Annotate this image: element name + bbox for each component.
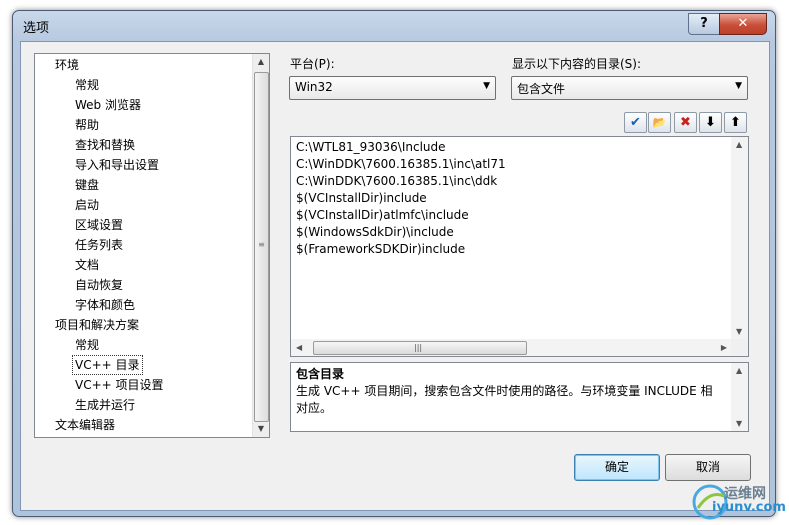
move-up-icon[interactable]: ⬆ — [724, 112, 747, 133]
scroll-corner — [731, 339, 748, 356]
chevron-down-icon: ▼ — [483, 81, 490, 91]
dirs-for-value: 包含文件 — [517, 82, 566, 96]
directory-row[interactable]: $(FrameworkSDKDir)include — [296, 241, 465, 258]
tree-item[interactable]: 任务列表 — [75, 236, 123, 254]
tree-category[interactable]: 环境 — [55, 56, 79, 74]
grip-icon: ||| — [414, 343, 423, 352]
tree-item[interactable]: 查找和替换 — [75, 136, 135, 154]
scroll-thumb[interactable]: ||| — [313, 341, 527, 355]
directory-row[interactable]: C:\WinDDK\7600.16385.1\inc\atl71 — [296, 156, 506, 173]
directory-row[interactable]: $(VCInstallDir)include — [296, 190, 427, 207]
description-body: 生成 VC++ 项目期间，搜索包含文件时使用的路径。与环境变量 INCLUDE … — [296, 384, 713, 415]
options-tree[interactable]: 环境常规 Web 浏览器 帮助查找和替换导入和导出设置 键盘启动区域设置任务列表文档自… — [34, 53, 270, 438]
tree-item[interactable]: 文档 — [75, 256, 99, 274]
grip-icon: ≡ — [258, 240, 265, 249]
directory-row[interactable]: $(WindowsSdkDir)\include — [296, 224, 454, 241]
scroll-down-arrow-icon[interactable]: ▼ — [253, 421, 269, 437]
tree-scrollbar[interactable]: ▲ ≡ ▼ — [252, 54, 269, 437]
description-scrollbar[interactable]: ▲ ▼ — [731, 363, 748, 431]
tree-item[interactable]: 字体和颜色 — [75, 296, 135, 314]
tree-item[interactable]: 键盘 — [75, 176, 99, 194]
platform-label: 平台(P): — [290, 57, 335, 71]
tree-item[interactable]: 区域设置 — [75, 216, 123, 234]
directory-list[interactable]: C:\WTL81_93036\Include C:\WinDDK\7600.163… — [290, 136, 749, 357]
tree-item[interactable]: 常规 — [75, 336, 99, 354]
tree-item[interactable]: Web 浏览器 — [75, 96, 141, 114]
chevron-down-icon: ▼ — [735, 81, 742, 91]
tree-item[interactable]: 启动 — [75, 196, 99, 214]
dirs-for-label: 显示以下内容的目录(S): — [512, 57, 642, 71]
scroll-up-arrow-icon[interactable]: ▲ — [736, 366, 742, 375]
close-button[interactable]: ✕ — [719, 13, 767, 35]
platform-value: Win32 — [295, 80, 333, 94]
scroll-left-arrow-icon[interactable]: ◀ — [296, 343, 302, 352]
directory-row[interactable]: $(VCInstallDir)atlmfc\include — [296, 207, 469, 224]
description-panel: 包含目录 生成 VC++ 项目期间，搜索包含文件时使用的路径。与环境变量 INC… — [290, 362, 749, 432]
directory-row[interactable]: C:\WTL81_93036\Include — [296, 139, 446, 156]
list-vertical-scrollbar[interactable]: ▲ ▼ — [731, 137, 748, 339]
tree-category[interactable]: 项目和解决方案 — [55, 316, 139, 334]
move-down-icon[interactable]: ⬇ — [699, 112, 722, 133]
tree-item[interactable]: 导入和导出设置 — [75, 156, 159, 174]
directory-row[interactable]: C:\WinDDK\7600.16385.1\inc\ddk — [296, 173, 497, 190]
scroll-right-arrow-icon[interactable]: ▶ — [721, 343, 727, 352]
scroll-up-arrow-icon[interactable]: ▲ — [736, 140, 742, 149]
tree-item[interactable]: VC++ 目录 — [72, 355, 143, 375]
tree-item[interactable]: VC++ 项目设置 — [75, 376, 164, 394]
ok-button[interactable]: 确定 — [574, 454, 660, 481]
tree-item[interactable]: 帮助 — [75, 116, 99, 134]
tree-item[interactable]: 常规 — [75, 76, 99, 94]
tree-item[interactable]: 生成并运行 — [75, 396, 135, 414]
description-title: 包含目录 — [296, 367, 345, 381]
window-title: 选项 — [23, 21, 50, 36]
check-icon[interactable]: ✔ — [624, 112, 647, 133]
scroll-down-arrow-icon[interactable]: ▼ — [736, 419, 742, 428]
scroll-down-arrow-icon[interactable]: ▼ — [736, 327, 742, 336]
platform-select[interactable]: Win32 ▼ — [289, 76, 496, 100]
scroll-thumb[interactable]: ≡ — [254, 72, 269, 422]
watermark-url: iyunv.com — [712, 500, 786, 515]
help-button[interactable]: ? — [688, 13, 720, 35]
dirs-for-select[interactable]: 包含文件 ▼ — [511, 76, 748, 100]
tree-item[interactable]: 自动恢复 — [75, 276, 123, 294]
new-folder-icon[interactable]: 📂 — [648, 112, 671, 133]
delete-icon[interactable]: ✖ — [674, 112, 697, 133]
cancel-button[interactable]: 取消 — [665, 454, 751, 481]
list-horizontal-scrollbar[interactable]: ◀ ||| ▶ — [291, 339, 731, 356]
scroll-up-arrow-icon[interactable]: ▲ — [253, 54, 269, 70]
tree-category[interactable]: 文本编辑器 — [55, 416, 115, 434]
